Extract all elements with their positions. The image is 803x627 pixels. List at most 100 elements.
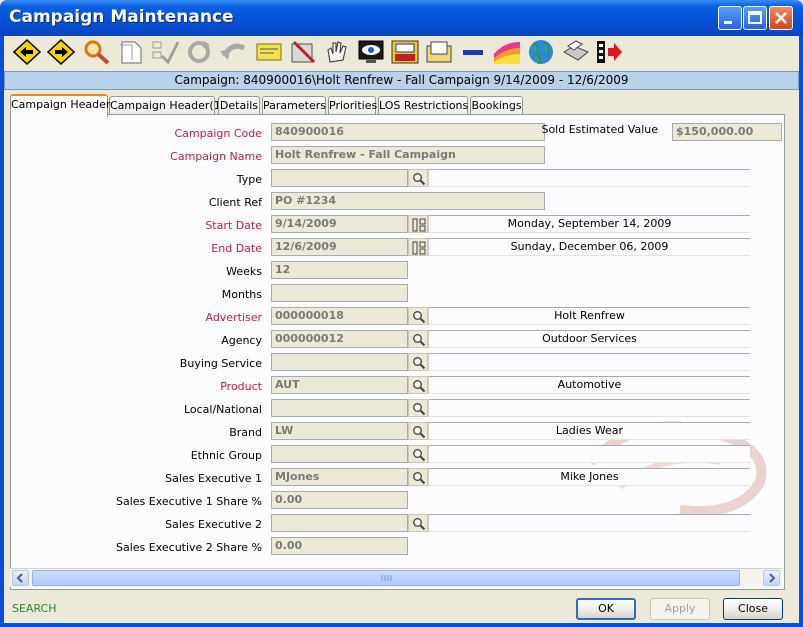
search-icon [413,311,426,324]
scroll-left-button[interactable] [12,570,29,586]
months-label: Months [221,288,262,301]
maximize-button[interactable] [743,6,767,30]
undo-icon[interactable] [218,38,248,66]
sales-exec-2-field[interactable] [271,514,408,532]
window-frame-right [799,36,803,627]
tools-icon[interactable] [288,38,318,66]
sales-exec-2-label: Sales Executive 2 [165,518,262,531]
close-button[interactable]: Close [723,598,783,620]
product-field[interactable]: AUT [271,376,408,394]
calendar-icon [412,218,426,232]
brand-field[interactable]: LW [271,422,408,440]
ethnic-group-description [428,445,750,463]
title-bar[interactable]: Campaign Maintenance [0,0,803,36]
product-lookup-button[interactable] [408,376,428,394]
type-lookup-button[interactable] [408,169,428,187]
tab-campaign-header[interactable]: Campaign Header [10,94,110,117]
horizontal-scrollbar[interactable] [10,568,782,587]
start-date-calendar-button[interactable] [408,215,428,233]
minimize-button[interactable] [718,6,742,30]
grip-icon [381,575,392,581]
catalog-icon[interactable] [424,38,454,66]
scroll-thumb[interactable] [32,570,740,586]
search-icon [413,173,426,186]
campaign-name-label: Campaign Name [170,150,262,163]
refresh-icon[interactable] [184,38,214,66]
type-label: Type [236,173,262,186]
advertiser-description: Holt Renfrew [428,307,750,325]
tab-bookings[interactable]: Bookings [470,96,523,115]
end-date-calendar-button[interactable] [408,238,428,256]
tab-campaign-header-1[interactable]: Campaign Header(1) [109,96,225,115]
advertiser-field[interactable]: 000000018 [271,307,408,325]
forward-arrow-icon[interactable] [46,38,76,66]
ethnic-group-lookup-button[interactable] [408,445,428,463]
calendar-icon [412,241,426,255]
search-icon [413,380,426,393]
exit-icon[interactable] [594,38,624,66]
back-arrow-icon[interactable] [12,38,42,66]
campaign-code-label: Campaign Code [174,127,262,140]
end-date-label: End Date [211,242,262,255]
sales-exec-1-label: Sales Executive 1 [165,472,262,485]
maximize-icon [748,11,762,24]
campaign-code-field[interactable]: 840900016 [271,123,545,141]
printer-icon[interactable] [560,38,590,66]
start-date-label: Start Date [205,219,262,232]
close-window-button[interactable] [769,6,793,30]
ok-button[interactable]: OK [576,598,636,620]
start-date-field[interactable]: 9/14/2009 [271,215,408,233]
client-ref-label: Client Ref [208,196,262,209]
hand-icon[interactable] [322,38,352,66]
campaign-maintenance-window: Campaign Maintenance Campaign: 840900016… [0,0,803,627]
local-national-field[interactable] [271,399,408,417]
toolbar [4,36,799,70]
sales-exec-1-lookup-button[interactable] [408,468,428,486]
ethnic-group-field[interactable] [271,445,408,463]
minus-icon[interactable] [458,38,488,66]
brand-lookup-button[interactable] [408,422,428,440]
tab-details[interactable]: Details [218,96,260,115]
tab-parameters[interactable]: Parameters [262,96,326,115]
client-ref-field[interactable]: PO #1234 [271,192,545,210]
globe-icon[interactable] [526,38,556,66]
campaign-summary-bar: Campaign: 840900016\Holt Renfrew - Fall … [4,71,799,90]
agency-field[interactable]: 000000012 [271,330,408,348]
tab-priorities[interactable]: Priorities [328,96,377,115]
chart-icon[interactable] [492,38,522,66]
weeks-label: Weeks [226,265,262,278]
sales-exec-1-field[interactable]: MJones [271,468,408,486]
product-description: Automotive [428,376,750,394]
type-description [428,169,750,187]
visa-cards-icon[interactable] [390,38,420,66]
advertiser-lookup-button[interactable] [408,307,428,325]
search-icon [413,472,426,485]
buying-service-lookup-button[interactable] [408,353,428,371]
agency-description: Outdoor Services [428,330,750,348]
sales-exec-1-share-field[interactable]: 0.00 [271,491,408,509]
end-date-field[interactable]: 12/6/2009 [271,238,408,256]
new-document-icon[interactable] [116,38,146,66]
type-field[interactable] [271,169,408,187]
checklist-icon[interactable] [150,38,180,66]
buying-service-field[interactable] [271,353,408,371]
apply-button[interactable]: Apply [650,598,710,620]
ethnic-group-label: Ethnic Group [190,449,262,462]
local-national-description [428,399,750,417]
product-label: Product [220,380,262,393]
weeks-field[interactable]: 12 [271,261,408,279]
sold-estimated-value-field[interactable]: $150,000.00 [672,123,782,141]
agency-lookup-button[interactable] [408,330,428,348]
tab-los-restrictions[interactable]: LOS Restrictions [378,96,468,115]
sales-exec-2-lookup-button[interactable] [408,514,428,532]
campaign-name-field[interactable]: Holt Renfrew - Fall Campaign [271,146,545,164]
sales-exec-2-share-field[interactable]: 0.00 [271,537,408,555]
notes-icon[interactable] [254,38,284,66]
local-national-lookup-button[interactable] [408,399,428,417]
buying-service-description [428,353,750,371]
search-icon[interactable] [82,38,112,66]
sales-exec-2-share-label: Sales Executive 2 Share % [115,541,262,554]
preview-monitor-icon[interactable] [356,38,386,66]
months-field[interactable] [271,284,408,302]
scroll-right-button[interactable] [763,570,780,586]
